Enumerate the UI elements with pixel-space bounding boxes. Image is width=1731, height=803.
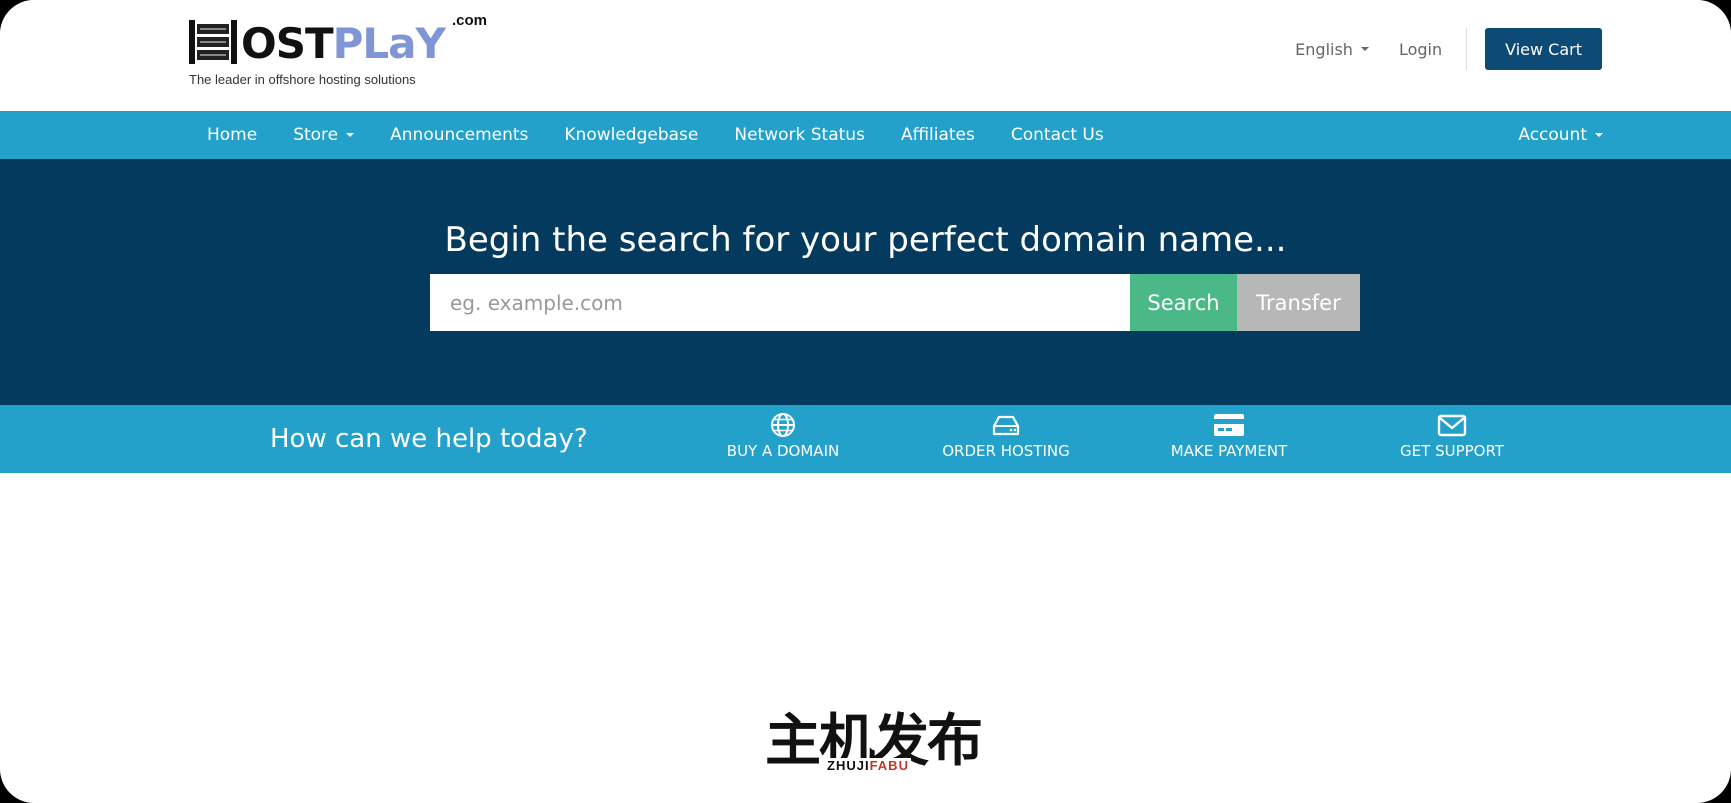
search-button[interactable]: Search — [1130, 274, 1237, 331]
language-label: English — [1295, 39, 1353, 59]
nav-item-account-label: Account — [1518, 125, 1587, 145]
transfer-button[interactable]: Transfer — [1237, 274, 1360, 331]
nav-item-contact-us[interactable]: Contact Us — [993, 125, 1122, 145]
help-shortcuts-bar: How can we help today? BUY A DOMAIN ORDE… — [0, 405, 1731, 473]
brand-domain-suffix: .com — [452, 12, 488, 29]
login-link[interactable]: Login — [1399, 40, 1442, 59]
make-payment-label: MAKE PAYMENT — [1170, 442, 1288, 460]
domain-search-hero: Begin the search for your perfect domain… — [0, 159, 1731, 405]
nav-item-home[interactable]: Home — [189, 125, 275, 145]
order-hosting-link[interactable]: ORDER HOSTING — [896, 412, 1116, 460]
get-support-link[interactable]: GET SUPPORT — [1342, 412, 1562, 460]
nav-item-affiliates[interactable]: Affiliates — [883, 125, 993, 145]
brand-wordmark: OSTPLaY — [241, 19, 446, 68]
nav-item-knowledgebase[interactable]: Knowledgebase — [546, 125, 716, 145]
nav-item-store-label: Store — [293, 125, 339, 145]
buy-domain-label: BUY A DOMAIN — [726, 442, 840, 460]
nav-item-store[interactable]: Store — [275, 125, 372, 145]
hero-title: Begin the search for your perfect domain… — [444, 220, 1287, 260]
brand-tagline: The leader in offshore hosting solutions — [189, 72, 416, 87]
server-rack-logo-icon — [189, 20, 237, 64]
nav-item-announcements[interactable]: Announcements — [372, 125, 546, 145]
chevron-down-icon — [346, 133, 355, 137]
brand-logo[interactable]: OSTPLaY .com The leader in offshore host… — [187, 12, 487, 90]
nav-item-network-status[interactable]: Network Status — [716, 125, 883, 145]
make-payment-link[interactable]: MAKE PAYMENT — [1119, 412, 1339, 460]
chevron-down-icon — [1360, 47, 1369, 51]
credit-card-icon — [1214, 414, 1244, 436]
page: OSTPLaY .com The leader in offshore host… — [0, 0, 1731, 803]
envelope-icon — [1437, 414, 1467, 437]
watermark-latin-text: ZHUJIFABU — [825, 758, 911, 773]
server-icon — [992, 415, 1020, 436]
domain-search-input[interactable] — [430, 274, 1130, 331]
order-hosting-label: ORDER HOSTING — [942, 442, 1070, 460]
nav-links: Home Store Announcements Knowledgebase N… — [189, 111, 1122, 159]
watermark-logo: 主机发布 ZHUJIFABU — [765, 710, 983, 776]
main-navigation: Home Store Announcements Knowledgebase N… — [0, 111, 1731, 159]
globe-icon — [771, 413, 795, 437]
header-actions: English Login View Cart — [1295, 28, 1602, 70]
domain-search-form: Search Transfer — [430, 274, 1360, 331]
language-selector[interactable]: English — [1295, 40, 1369, 59]
buy-domain-link[interactable]: BUY A DOMAIN — [673, 412, 893, 460]
site-header: OSTPLaY .com The leader in offshore host… — [0, 0, 1731, 111]
view-cart-button[interactable]: View Cart — [1485, 28, 1602, 70]
header-divider — [1466, 28, 1468, 70]
get-support-label: GET SUPPORT — [1400, 442, 1504, 460]
chevron-down-icon — [1595, 133, 1603, 137]
nav-item-account[interactable]: Account — [1518, 111, 1603, 159]
help-prompt: How can we help today? — [270, 424, 588, 454]
